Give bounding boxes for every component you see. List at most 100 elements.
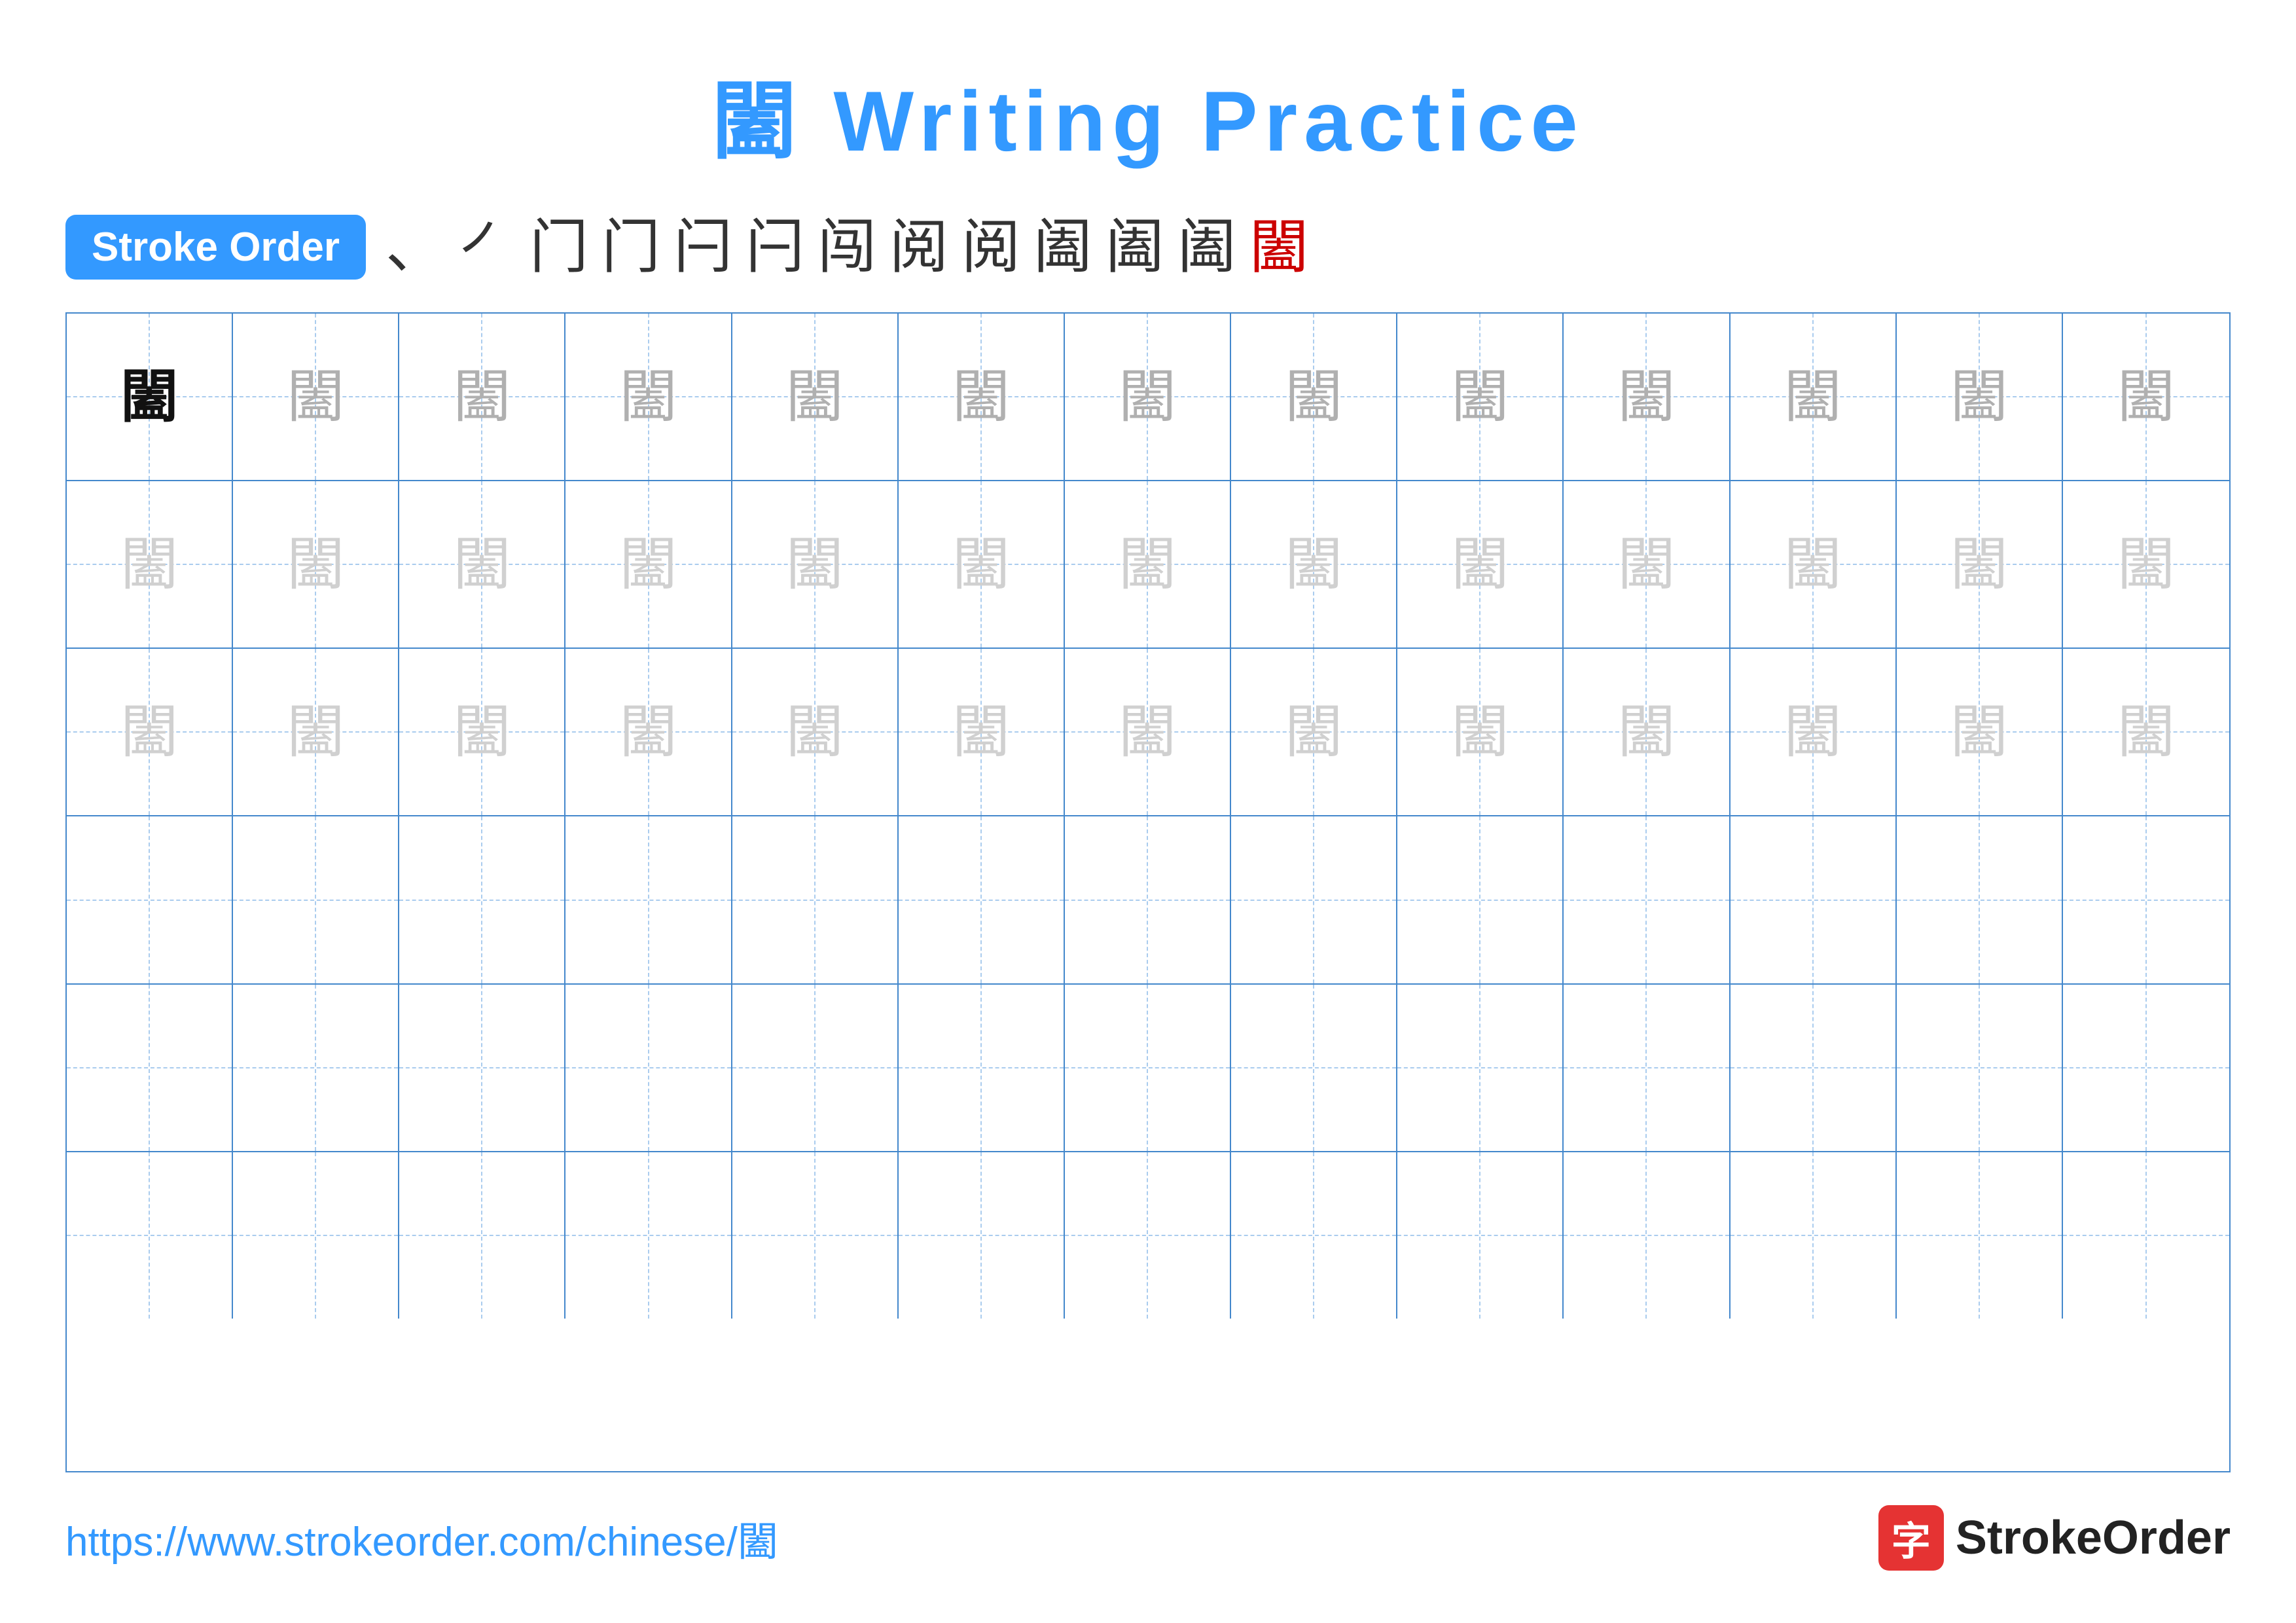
cell-char-2-1: 闔 [287, 703, 344, 761]
grid-cell-4-3[interactable] [565, 985, 732, 1151]
grid-cell-4-0[interactable] [67, 985, 233, 1151]
stroke-char-10: 阖 [1105, 218, 1164, 277]
stroke-char-5: 闩 [745, 218, 804, 277]
grid-cell-5-6[interactable] [1065, 1152, 1231, 1319]
grid-cell-5-3[interactable] [565, 1152, 732, 1319]
footer-url[interactable]: https://www.strokeorder.com/chinese/闔 [65, 1508, 778, 1567]
cell-char-1-3: 闔 [620, 536, 677, 593]
grid-cell-3-3[interactable] [565, 816, 732, 983]
grid-cell-0-2[interactable]: 闔 [399, 314, 565, 480]
grid-cell-3-9[interactable] [1564, 816, 1730, 983]
grid-cell-0-8[interactable]: 闔 [1397, 314, 1564, 480]
grid-cell-1-11[interactable]: 闔 [1897, 481, 2063, 647]
grid-cell-3-6[interactable] [1065, 816, 1231, 983]
grid-cell-0-3[interactable]: 闔 [565, 314, 732, 480]
stroke-order-row: Stroke Order 、㇒门门闩闩闯阅阅阖阖阖闔 [65, 215, 2231, 280]
grid-cell-1-2[interactable]: 闔 [399, 481, 565, 647]
cell-char-1-7: 闔 [1285, 536, 1342, 593]
grid-cell-1-8[interactable]: 闔 [1397, 481, 1564, 647]
grid-cell-4-5[interactable] [899, 985, 1065, 1151]
cell-char-2-12: 闔 [2117, 703, 2175, 761]
grid-cell-3-5[interactable] [899, 816, 1065, 983]
grid-cell-0-1[interactable]: 闔 [233, 314, 399, 480]
grid-cell-4-11[interactable] [1897, 985, 2063, 1151]
cell-char-1-8: 闔 [1451, 536, 1509, 593]
grid-cell-2-3[interactable]: 闔 [565, 649, 732, 815]
grid-cell-2-5[interactable]: 闔 [899, 649, 1065, 815]
grid-cell-0-9[interactable]: 闔 [1564, 314, 1730, 480]
grid-cell-1-0[interactable]: 闔 [67, 481, 233, 647]
grid-cell-2-0[interactable]: 闔 [67, 649, 233, 815]
logo-icon: 字 [1878, 1505, 1944, 1571]
stroke-char-8: 阅 [961, 218, 1020, 277]
grid-cell-0-4[interactable]: 闔 [732, 314, 899, 480]
grid-cell-1-3[interactable]: 闔 [565, 481, 732, 647]
grid-cell-5-7[interactable] [1231, 1152, 1397, 1319]
grid-cell-4-8[interactable] [1397, 985, 1564, 1151]
grid-cell-3-1[interactable] [233, 816, 399, 983]
grid-cell-4-12[interactable] [2063, 985, 2229, 1151]
grid-cell-2-10[interactable]: 闔 [1731, 649, 1897, 815]
grid-cell-2-4[interactable]: 闔 [732, 649, 899, 815]
grid-cell-2-6[interactable]: 闔 [1065, 649, 1231, 815]
grid-cell-0-10[interactable]: 闔 [1731, 314, 1897, 480]
grid-cell-2-12[interactable]: 闔 [2063, 649, 2229, 815]
grid-cell-4-6[interactable] [1065, 985, 1231, 1151]
grid-cell-4-4[interactable] [732, 985, 899, 1151]
grid-cell-1-12[interactable]: 闔 [2063, 481, 2229, 647]
grid-cell-1-5[interactable]: 闔 [899, 481, 1065, 647]
grid-cell-3-12[interactable] [2063, 816, 2229, 983]
grid-cell-0-7[interactable]: 闔 [1231, 314, 1397, 480]
grid-cell-3-10[interactable] [1731, 816, 1897, 983]
grid-cell-0-12[interactable]: 闔 [2063, 314, 2229, 480]
grid-cell-0-5[interactable]: 闔 [899, 314, 1065, 480]
grid-cell-1-10[interactable]: 闔 [1731, 481, 1897, 647]
grid-cell-4-10[interactable] [1731, 985, 1897, 1151]
grid-cell-5-10[interactable] [1731, 1152, 1897, 1319]
grid-cell-3-2[interactable] [399, 816, 565, 983]
grid-cell-2-7[interactable]: 闔 [1231, 649, 1397, 815]
grid-cell-5-2[interactable] [399, 1152, 565, 1319]
cell-char-1-12: 闔 [2117, 536, 2175, 593]
grid-cell-5-11[interactable] [1897, 1152, 2063, 1319]
grid-cell-5-4[interactable] [732, 1152, 899, 1319]
grid-cell-2-2[interactable]: 闔 [399, 649, 565, 815]
grid-cell-4-9[interactable] [1564, 985, 1730, 1151]
grid-cell-5-8[interactable] [1397, 1152, 1564, 1319]
grid-cell-5-1[interactable] [233, 1152, 399, 1319]
stroke-order-badge[interactable]: Stroke Order [65, 215, 366, 280]
grid-cell-4-2[interactable] [399, 985, 565, 1151]
stroke-char-2: 门 [529, 218, 588, 277]
grid-cell-5-9[interactable] [1564, 1152, 1730, 1319]
grid-cell-3-7[interactable] [1231, 816, 1397, 983]
stroke-sequence: 、㇒门门闩闩闯阅阅阖阖阖闔 [386, 218, 1308, 277]
cell-char-2-0: 闔 [120, 703, 178, 761]
page: 闔 Writing Practice Stroke Order 、㇒门门闩闩闯阅… [0, 0, 2296, 1623]
grid-cell-3-0[interactable] [67, 816, 233, 983]
cell-char-0-9: 闔 [1617, 368, 1675, 426]
grid-cell-3-8[interactable] [1397, 816, 1564, 983]
grid-cell-3-4[interactable] [732, 816, 899, 983]
stroke-char-1: ㇒ [457, 218, 516, 277]
grid-cell-0-11[interactable]: 闔 [1897, 314, 2063, 480]
grid-cell-3-11[interactable] [1897, 816, 2063, 983]
grid-cell-1-4[interactable]: 闔 [732, 481, 899, 647]
grid-cell-4-1[interactable] [233, 985, 399, 1151]
grid-cell-1-1[interactable]: 闔 [233, 481, 399, 647]
cell-char-0-5: 闔 [952, 368, 1010, 426]
grid-cell-5-0[interactable] [67, 1152, 233, 1319]
grid-cell-5-5[interactable] [899, 1152, 1065, 1319]
grid-cell-0-6[interactable]: 闔 [1065, 314, 1231, 480]
stroke-char-12: 闔 [1249, 218, 1308, 277]
grid-cell-1-9[interactable]: 闔 [1564, 481, 1730, 647]
grid-cell-1-6[interactable]: 闔 [1065, 481, 1231, 647]
grid-cell-2-1[interactable]: 闔 [233, 649, 399, 815]
grid-cell-2-9[interactable]: 闔 [1564, 649, 1730, 815]
grid-row-0: 闔闔闔闔闔闔闔闔闔闔闔闔闔 [67, 314, 2229, 481]
grid-cell-4-7[interactable] [1231, 985, 1397, 1151]
grid-cell-1-7[interactable]: 闔 [1231, 481, 1397, 647]
grid-cell-2-8[interactable]: 闔 [1397, 649, 1564, 815]
grid-cell-2-11[interactable]: 闔 [1897, 649, 2063, 815]
grid-cell-0-0[interactable]: 闔 [67, 314, 233, 480]
grid-cell-5-12[interactable] [2063, 1152, 2229, 1319]
